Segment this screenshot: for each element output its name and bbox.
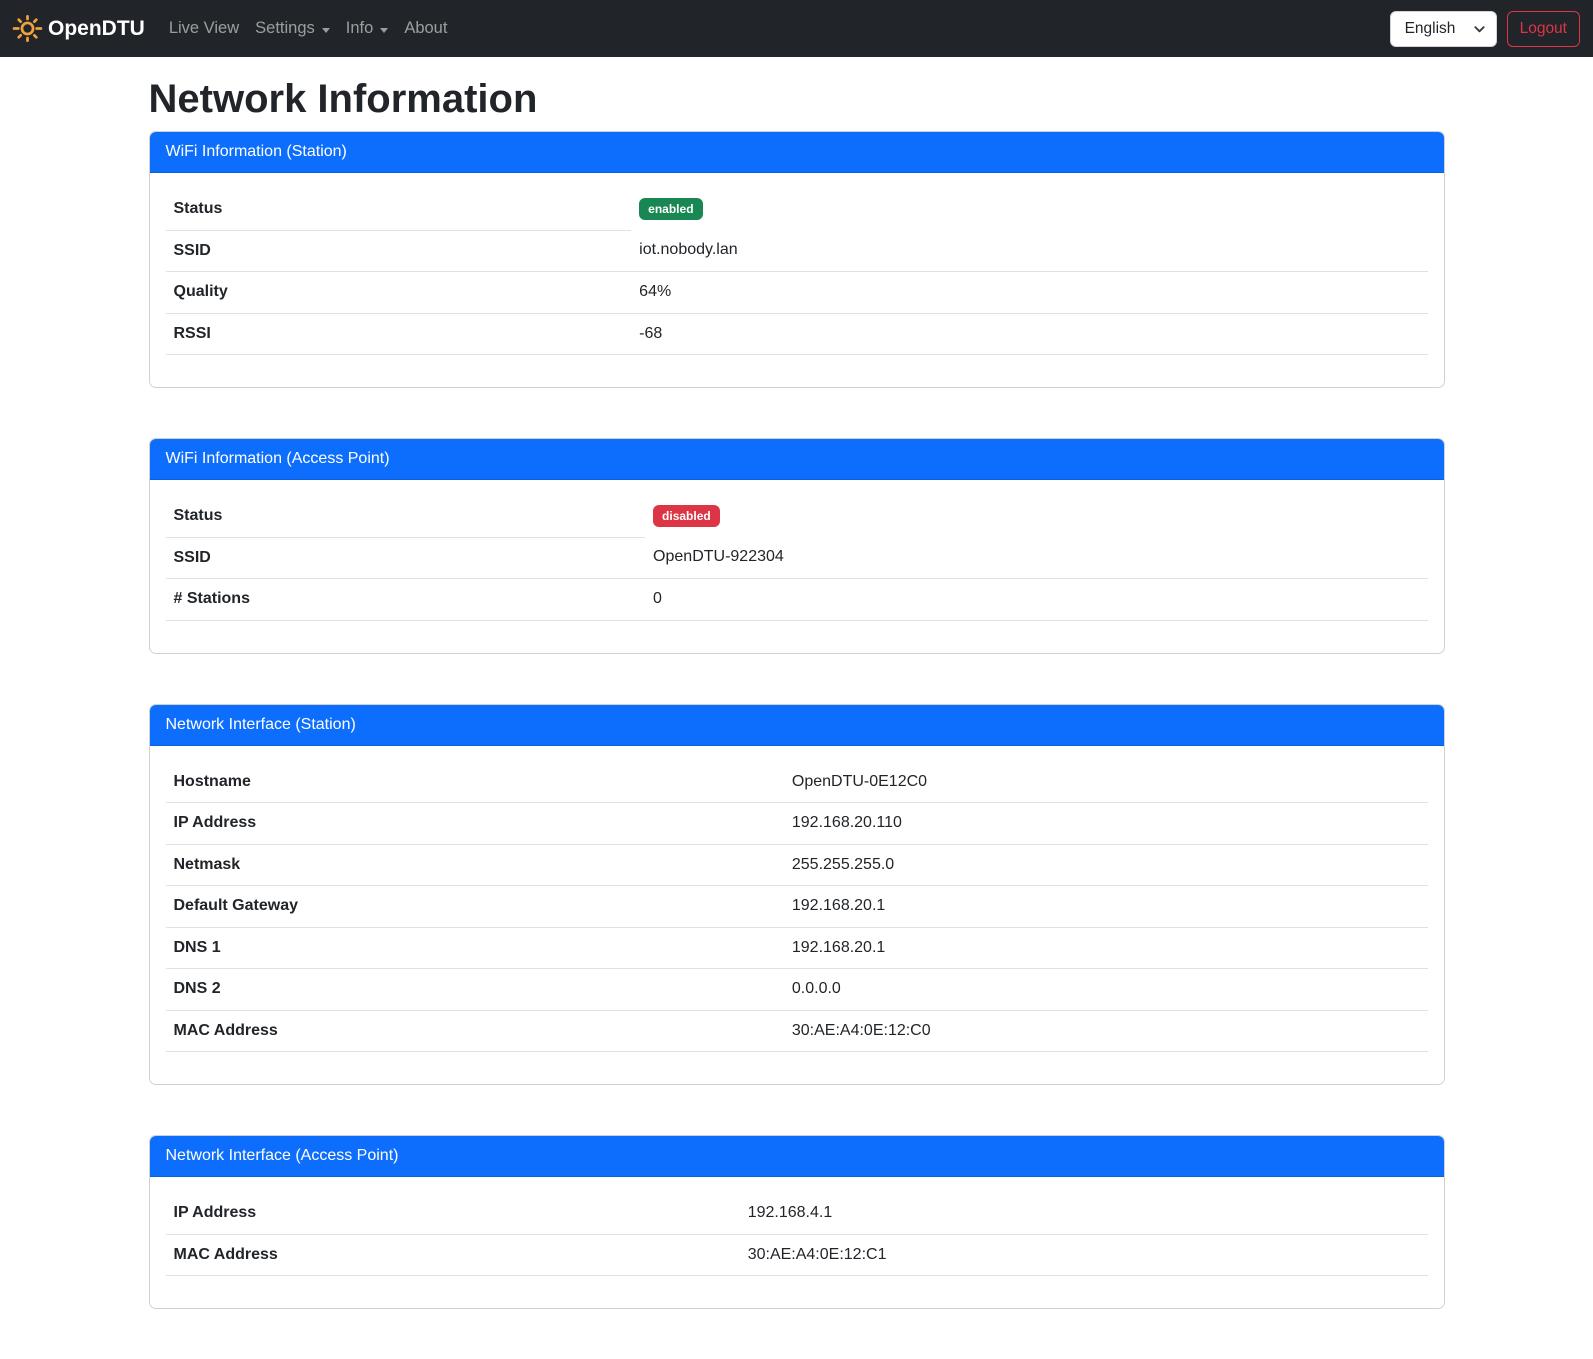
row-label: SSID: [166, 537, 646, 579]
card-header: Network Interface (Station): [150, 705, 1444, 746]
caret-down-icon: [380, 28, 388, 33]
row-value: -68: [631, 313, 1427, 355]
table-row: Hostname OpenDTU-0E12C0: [166, 762, 1428, 803]
row-value: 192.168.20.1: [784, 886, 1428, 928]
language-select-wrap: English: [1390, 11, 1497, 47]
caret-down-icon: [322, 28, 330, 33]
table-row: Quality 64%: [166, 272, 1428, 314]
main-content: Network Information WiFi Information (St…: [149, 75, 1445, 1309]
table-row: IP Address 192.168.4.1: [166, 1193, 1428, 1234]
card-header: WiFi Information (Access Point): [150, 439, 1444, 480]
row-label: Hostname: [166, 762, 784, 803]
row-label: MAC Address: [166, 1010, 784, 1052]
card-body: IP Address 192.168.4.1 MAC Address 30:AE…: [150, 1177, 1444, 1308]
info-card-network-interface-access-point: Network Interface (Access Point) IP Addr…: [149, 1135, 1445, 1309]
row-value: 192.168.20.110: [784, 803, 1428, 845]
info-table: Status disabled SSID OpenDTU-922304 # St…: [166, 496, 1428, 621]
logout-button[interactable]: Logout: [1507, 11, 1580, 47]
row-label: Status: [166, 189, 632, 230]
card-title: Network Interface (Access Point): [166, 1147, 399, 1164]
table-row: IP Address 192.168.20.110: [166, 803, 1428, 845]
table-row: # Stations 0: [166, 579, 1428, 621]
row-label: RSSI: [166, 313, 632, 355]
info-card-network-interface-station: Network Interface (Station) Hostname Ope…: [149, 704, 1445, 1086]
row-value: 30:AE:A4:0E:12:C0: [784, 1010, 1428, 1052]
nav-item-about[interactable]: About: [396, 11, 455, 46]
card-title: WiFi Information (Station): [166, 143, 347, 160]
row-label: SSID: [166, 230, 632, 272]
nav-item-live-view[interactable]: Live View: [161, 11, 247, 46]
row-label: Status: [166, 496, 646, 537]
page-title: Network Information: [149, 75, 1445, 123]
card-body: Status enabled SSID iot.nobody.lan Quali…: [150, 173, 1444, 387]
row-value: disabled: [645, 496, 1427, 537]
info-table: IP Address 192.168.4.1 MAC Address 30:AE…: [166, 1193, 1428, 1276]
info-card-wifi-information-access-point: WiFi Information (Access Point) Status d…: [149, 438, 1445, 654]
table-row: Status disabled: [166, 496, 1428, 537]
card-header: WiFi Information (Station): [150, 132, 1444, 173]
row-value: iot.nobody.lan: [631, 230, 1427, 272]
brand-link[interactable]: OpenDTU: [12, 13, 147, 44]
row-value: 64%: [631, 272, 1427, 314]
nav-item-label: Info: [346, 19, 374, 38]
row-value: OpenDTU-0E12C0: [784, 762, 1428, 803]
card-body: Status disabled SSID OpenDTU-922304 # St…: [150, 480, 1444, 653]
row-value: enabled: [631, 189, 1427, 230]
row-label: # Stations: [166, 579, 646, 621]
nav-item-settings[interactable]: Settings: [247, 11, 338, 46]
row-label: DNS 1: [166, 927, 784, 969]
status-badge: enabled: [639, 198, 702, 220]
table-row: MAC Address 30:AE:A4:0E:12:C0: [166, 1010, 1428, 1052]
row-label: IP Address: [166, 1193, 740, 1234]
status-badge: disabled: [653, 505, 720, 527]
language-select[interactable]: English: [1390, 11, 1497, 47]
row-label: DNS 2: [166, 969, 784, 1011]
row-value: 192.168.4.1: [740, 1193, 1428, 1234]
card-body: Hostname OpenDTU-0E12C0 IP Address 192.1…: [150, 746, 1444, 1085]
row-label: Default Gateway: [166, 886, 784, 928]
card-title: Network Interface (Station): [166, 716, 356, 733]
table-row: Default Gateway 192.168.20.1: [166, 886, 1428, 928]
table-row: SSID iot.nobody.lan: [166, 230, 1428, 272]
row-label: Quality: [166, 272, 632, 314]
main-nav: Live View Settings Info About: [161, 11, 456, 46]
row-label: Netmask: [166, 844, 784, 886]
table-row: DNS 1 192.168.20.1: [166, 927, 1428, 969]
table-row: RSSI -68: [166, 313, 1428, 355]
nav-item-info[interactable]: Info: [338, 11, 397, 46]
info-table: Hostname OpenDTU-0E12C0 IP Address 192.1…: [166, 762, 1428, 1053]
sun-icon: [12, 13, 43, 44]
navbar: OpenDTU Live View Settings Info About Engli…: [0, 0, 1593, 57]
row-value: 0.0.0.0: [784, 969, 1428, 1011]
table-row: MAC Address 30:AE:A4:0E:12:C1: [166, 1234, 1428, 1276]
row-value: 192.168.20.1: [784, 927, 1428, 969]
nav-item-label: Settings: [255, 19, 315, 38]
row-value: 255.255.255.0: [784, 844, 1428, 886]
table-row: Netmask 255.255.255.0: [166, 844, 1428, 886]
table-row: SSID OpenDTU-922304: [166, 537, 1428, 579]
row-value: OpenDTU-922304: [645, 537, 1427, 579]
info-card-wifi-information-station: WiFi Information (Station) Status enable…: [149, 131, 1445, 388]
table-row: Status enabled: [166, 189, 1428, 230]
row-value: 0: [645, 579, 1427, 621]
brand-label: OpenDTU: [48, 17, 145, 41]
table-row: DNS 2 0.0.0.0: [166, 969, 1428, 1011]
nav-item-label: Live View: [169, 19, 239, 38]
card-title: WiFi Information (Access Point): [166, 450, 390, 467]
row-label: IP Address: [166, 803, 784, 845]
card-header: Network Interface (Access Point): [150, 1136, 1444, 1177]
nav-item-label: About: [404, 19, 447, 38]
row-label: MAC Address: [166, 1234, 740, 1276]
row-value: 30:AE:A4:0E:12:C1: [740, 1234, 1428, 1276]
info-table: Status enabled SSID iot.nobody.lan Quali…: [166, 189, 1428, 355]
